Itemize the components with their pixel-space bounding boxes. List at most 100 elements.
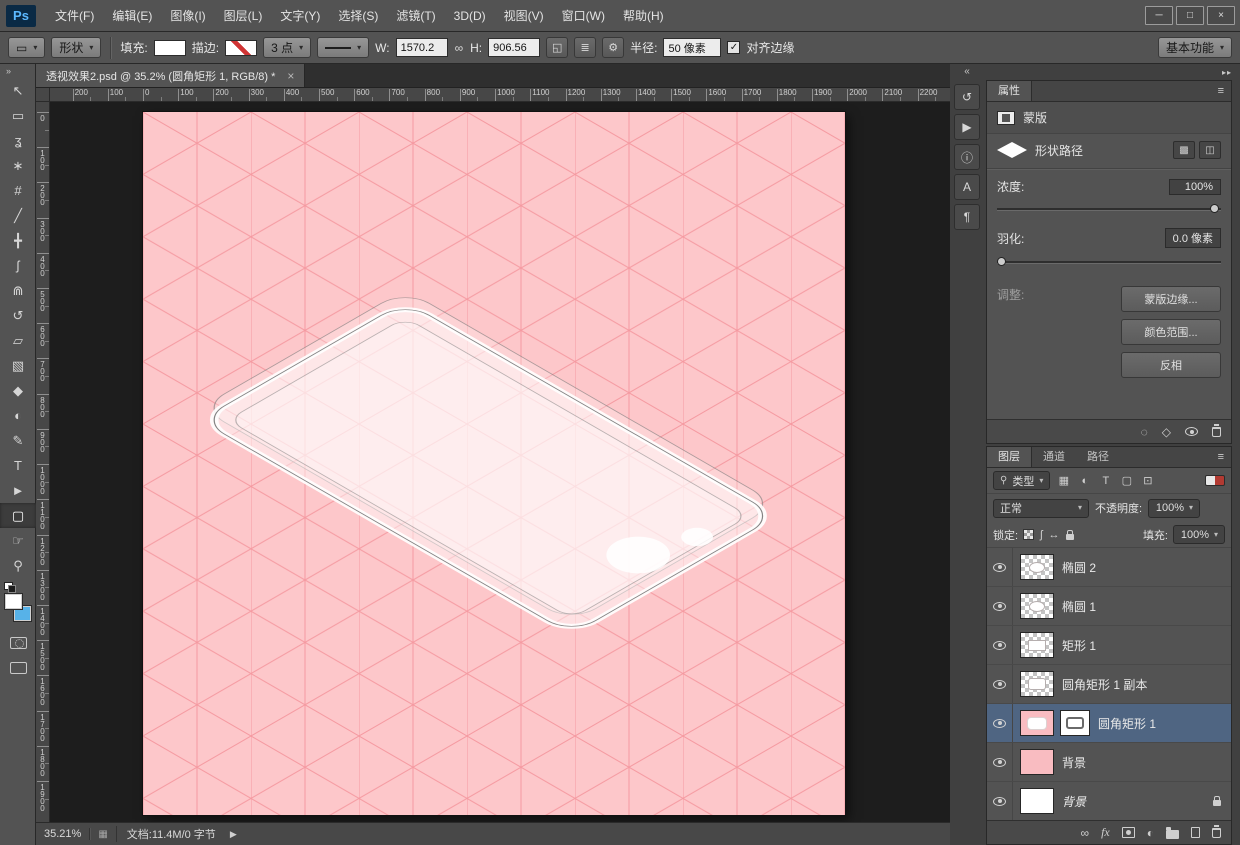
layer-row[interactable]: 椭圆 1: [987, 587, 1231, 626]
lasso-tool[interactable]: ʓ: [0, 128, 36, 153]
layer-row[interactable]: 背景: [987, 782, 1231, 820]
minimize-button[interactable]: ─: [1145, 6, 1173, 25]
layer-row[interactable]: 椭圆 2: [987, 548, 1231, 587]
link-dimensions-icon[interactable]: ∞: [454, 41, 465, 55]
tab-close-icon[interactable]: ×: [287, 69, 294, 83]
actions-panel-icon[interactable]: ▶: [954, 114, 980, 140]
horizontal-ruler[interactable]: 200 100 0 100 200 300 400 500 600 700 800 900 1000 11…: [50, 88, 950, 102]
link-layers-icon[interactable]: ∞: [1081, 826, 1090, 840]
layer-visibility-toggle[interactable]: [987, 782, 1013, 820]
canvas-viewport[interactable]: [50, 102, 950, 822]
filter-smart-objects-icon[interactable]: ⊡: [1139, 472, 1156, 489]
align-edges-checkbox[interactable]: ✓: [727, 41, 741, 54]
invert-button[interactable]: 反相: [1121, 352, 1221, 378]
path-operations-button[interactable]: ◱: [546, 37, 569, 58]
lock-position-icon[interactable]: ↔: [1049, 529, 1060, 541]
feather-slider[interactable]: [997, 256, 1221, 268]
path-selection-tool[interactable]: ►: [0, 478, 36, 503]
layer-visibility-toggle[interactable]: [987, 587, 1013, 625]
default-colors-icon[interactable]: [4, 582, 16, 593]
menu-item[interactable]: 图层(L): [215, 2, 272, 29]
workspace-switcher[interactable]: 基本功能 ▾: [1157, 37, 1232, 58]
layer-thumbnail[interactable]: [1020, 710, 1054, 736]
feather-slider-handle[interactable]: [997, 257, 1006, 266]
dodge-tool[interactable]: ◐: [0, 403, 36, 428]
opacity-dropdown[interactable]: 100% ▾: [1148, 498, 1201, 518]
filter-type-layers-icon[interactable]: T: [1097, 472, 1114, 489]
close-button[interactable]: ×: [1207, 6, 1235, 25]
quick-mask-button[interactable]: [9, 636, 27, 649]
menu-item[interactable]: 3D(D): [445, 4, 495, 28]
layer-name[interactable]: 椭圆 2: [1062, 559, 1096, 576]
blur-tool[interactable]: ◆: [0, 378, 36, 403]
gradient-tool[interactable]: ▧: [0, 353, 36, 378]
layer-name[interactable]: 背景: [1062, 793, 1086, 810]
layer-row[interactable]: 圆角矩形 1: [987, 704, 1231, 743]
vector-mask-thumbnail[interactable]: [1060, 710, 1090, 736]
layer-visibility-toggle[interactable]: [987, 626, 1013, 664]
pen-tool[interactable]: ✎: [0, 428, 36, 453]
new-group-icon[interactable]: [1166, 826, 1179, 839]
menu-item[interactable]: 编辑(E): [103, 2, 161, 29]
menu-item[interactable]: 选择(S): [329, 2, 387, 29]
history-brush-tool[interactable]: ↺: [0, 303, 36, 328]
layer-name[interactable]: 背景: [1062, 754, 1086, 771]
density-value[interactable]: 100%: [1169, 178, 1221, 195]
filter-pixel-layers-icon[interactable]: ▦: [1055, 472, 1072, 489]
layer-row[interactable]: 背景: [987, 743, 1231, 782]
tool-preset-picker[interactable]: ▭ ▾: [8, 37, 46, 58]
filter-shape-layers-icon[interactable]: ▢: [1118, 472, 1135, 489]
menu-item[interactable]: 文字(Y): [271, 2, 329, 29]
menu-item[interactable]: 视图(V): [495, 2, 553, 29]
stroke-type-dropdown[interactable]: ▾: [317, 37, 370, 58]
menu-item[interactable]: 图像(I): [161, 2, 214, 29]
layer-thumbnail[interactable]: [1020, 593, 1054, 619]
screen-mode-button[interactable]: [9, 661, 27, 674]
marquee-tool[interactable]: ▭: [0, 103, 36, 128]
delete-mask-icon[interactable]: [1212, 423, 1221, 437]
layer-thumbnail[interactable]: [1020, 788, 1054, 814]
fill-swatch[interactable]: [153, 39, 186, 56]
menu-item[interactable]: 文件(F): [46, 2, 103, 29]
brush-tool[interactable]: ʃ: [0, 253, 36, 278]
width-input[interactable]: [395, 38, 448, 57]
info-panel-icon[interactable]: ⓘ: [954, 144, 980, 170]
select-pixels-button[interactable]: ▩: [1173, 141, 1195, 159]
layer-name[interactable]: 圆角矩形 1 副本: [1062, 676, 1147, 693]
layer-thumbnail[interactable]: [1020, 671, 1054, 697]
tab-layers[interactable]: 图层: [987, 447, 1032, 467]
clone-stamp-tool[interactable]: ⋒: [0, 278, 36, 303]
density-slider-handle[interactable]: [1210, 204, 1219, 213]
lock-all-icon[interactable]: [1065, 529, 1074, 540]
stroke-swatch[interactable]: [225, 39, 258, 56]
layer-visibility-toggle[interactable]: [987, 665, 1013, 703]
expand-panels-button[interactable]: «: [950, 64, 984, 80]
quick-selection-tool[interactable]: ∗: [0, 153, 36, 178]
rectangle-tool[interactable]: ▢: [0, 503, 36, 528]
eyedropper-tool[interactable]: ╱: [0, 203, 36, 228]
layer-visibility-toggle[interactable]: [987, 704, 1013, 742]
new-layer-icon[interactable]: [1191, 827, 1200, 838]
eraser-tool[interactable]: ▱: [0, 328, 36, 353]
height-input[interactable]: [488, 38, 541, 57]
panel-menu-icon[interactable]: ≡: [1218, 85, 1231, 97]
canvas[interactable]: [143, 112, 845, 815]
layer-thumbnail[interactable]: [1020, 749, 1054, 775]
hand-tool[interactable]: ☞: [0, 528, 36, 553]
layer-thumbnail[interactable]: [1020, 632, 1054, 658]
new-adjustment-layer-icon[interactable]: ◐: [1147, 826, 1154, 840]
path-alignment-button[interactable]: ≣: [574, 37, 597, 58]
filter-toggle[interactable]: [1205, 475, 1225, 486]
document-tab[interactable]: 透视效果2.psd @ 35.2% (圆角矩形 1, RGB/8) * ×: [36, 64, 306, 87]
gear-icon[interactable]: ⚙: [602, 37, 625, 58]
fill-opacity-dropdown[interactable]: 100% ▾: [1173, 525, 1225, 544]
feather-value[interactable]: 0.0 像素: [1164, 228, 1221, 248]
density-slider[interactable]: [997, 203, 1221, 215]
history-panel-icon[interactable]: ↺: [954, 84, 980, 110]
lock-pixels-icon[interactable]: ʃ: [1040, 529, 1042, 541]
maximize-button[interactable]: □: [1176, 6, 1204, 25]
layers-panel-menu-icon[interactable]: ≡: [1218, 451, 1231, 463]
selection-from-mask-icon[interactable]: ◌: [1141, 425, 1148, 439]
zoom-tool[interactable]: ⚲: [0, 553, 36, 578]
layer-name[interactable]: 椭圆 1: [1062, 598, 1096, 615]
